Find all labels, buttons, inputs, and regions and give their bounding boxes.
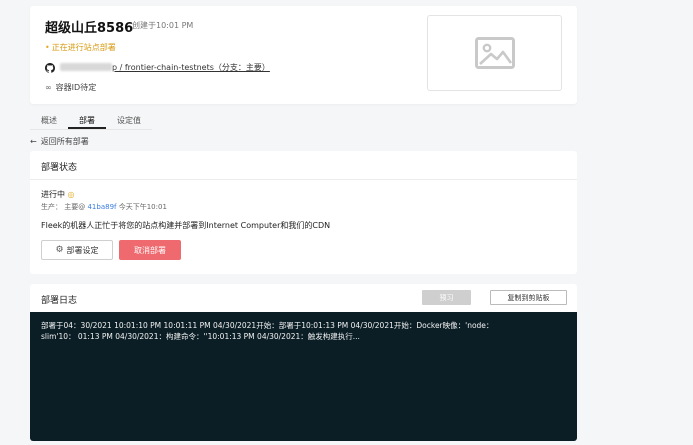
deploy-settings-button[interactable]: ⚙ 部署设定 [41, 240, 113, 260]
copy-to-clipboard-button[interactable]: 复制到剪贴板 [490, 290, 567, 305]
site-tabs: 概述 部署 设定值 [30, 112, 152, 130]
log-line: slim'10： 01:13 PM 04/30/2021：构建命令：''10:0… [41, 332, 360, 341]
tab-deploys[interactable]: 部署 [68, 112, 106, 129]
deploy-status-card: 部署状态 进行中 ◎ 生产： 主要@ 41ba89f 今天下午10:01 Fle… [30, 151, 577, 274]
cancel-deploy-button[interactable]: 取消部署 [119, 240, 181, 260]
deploy-description: Fleek的机器人正忙于将您的站点构建并部署到Internet Computer… [41, 221, 331, 230]
preview-button[interactable]: 预习 [422, 290, 471, 305]
repo-link[interactable]: p / frontier-chain-testnets（分支：主要） [60, 62, 270, 73]
gear-icon: ⚙ [55, 245, 64, 255]
site-name: 超级山丘8586 [45, 21, 134, 36]
tab-settings[interactable]: 设定值 [106, 112, 152, 129]
container-info: ∞ 容器ID待定 [45, 82, 96, 93]
in-progress-icon: ◎ [67, 190, 75, 199]
status-dot-icon: • [45, 43, 50, 52]
site-deploy-status: • 正在进行站点部署 [45, 42, 116, 53]
deploy-branch: 生产： 主要@ [41, 203, 86, 211]
deploy-log-card: 部署日志 预习 复制到剪贴板 部署于04：30/2021 10:01:10 PM… [30, 284, 577, 441]
deploy-meta: 生产： 主要@ 41ba89f 今天下午10:01 [41, 202, 167, 212]
site-status-text: 正在进行站点部署 [51, 43, 116, 52]
arrow-left-icon: ← [30, 137, 37, 146]
repo-path[interactable]: p / frontier-chain-testnets（分支：主要） [112, 63, 270, 72]
infinity-icon: ∞ [45, 83, 52, 92]
back-to-deploys-link[interactable]: ← 返回所有部署 [30, 136, 89, 147]
deploy-state-label: 进行中 [41, 190, 65, 199]
commit-hash-link[interactable]: 41ba89f [87, 203, 116, 211]
deploy-log-heading: 部署日志 [41, 296, 78, 306]
back-link-label: 返回所有部署 [40, 137, 89, 146]
deploy-settings-label: 部署设定 [66, 245, 99, 255]
page: 超级山丘8586 创建于10:01 PM • 正在进行站点部署 p / front… [0, 0, 693, 445]
site-preview-thumbnail [427, 15, 562, 91]
deploy-time: 今天下午10:01 [118, 203, 167, 211]
deploy-state: 进行中 ◎ [41, 189, 75, 200]
image-placeholder-icon [474, 37, 515, 69]
site-summary-card: 超级山丘8586 创建于10:01 PM • 正在进行站点部署 p / front… [30, 6, 577, 104]
container-id: 容器ID待定 [55, 83, 97, 92]
repo-owner-redacted [60, 63, 112, 71]
deploy-log-header: 部署日志 预习 复制到剪贴板 [30, 284, 577, 312]
deploy-status-heading: 部署状态 [41, 163, 78, 173]
log-line: 部署于04：30/2021 10:01:10 PM 10:01:11 PM 04… [41, 321, 494, 330]
tab-overview[interactable]: 概述 [30, 112, 68, 129]
site-created-time: 创建于10:01 PM [132, 21, 194, 30]
github-icon [45, 63, 55, 73]
deploy-log-output[interactable]: 部署于04：30/2021 10:01:10 PM 10:01:11 PM 04… [30, 312, 577, 441]
deploy-status-header: 部署状态 [30, 151, 577, 180]
